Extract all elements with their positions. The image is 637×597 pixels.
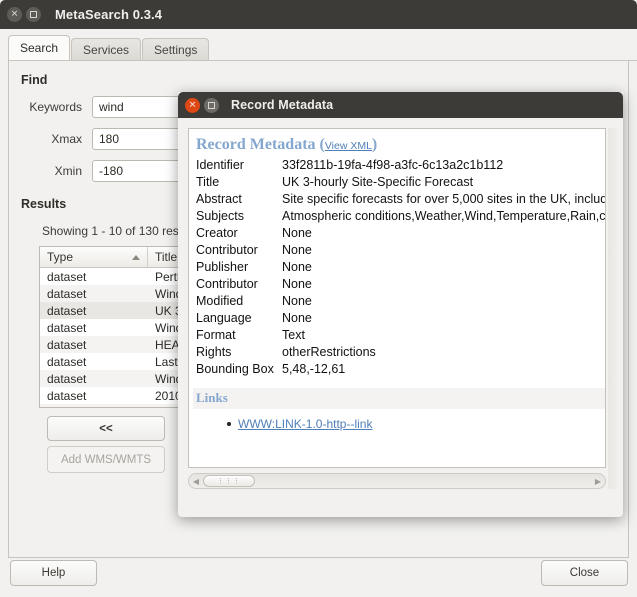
view-xml-link[interactable]: View XML — [325, 140, 372, 152]
metadata-value: None — [282, 311, 312, 325]
cell-type: dataset — [40, 353, 148, 370]
metadata-field-list: Identifier 33f2811b-19fa-4f98-a3fc-6c13a… — [193, 156, 606, 377]
horizontal-scrollbar[interactable]: ◀ ⋮⋮⋮ ▶ — [188, 473, 606, 489]
scrollbar-thumb[interactable]: ⋮⋮⋮ — [203, 475, 255, 487]
column-header-type-label: Type — [47, 250, 73, 264]
metadata-row-modified: Modified None — [193, 292, 606, 309]
add-wms-wmts-button[interactable]: Add WMS/WMTS — [47, 446, 165, 473]
metadata-key: Identifier — [193, 158, 282, 172]
record-metadata-dialog: ✕ Record Metadata Record Metadata (View … — [178, 92, 623, 517]
metadata-row-title: Title UK 3-hourly Site-Specific Forecast — [193, 173, 606, 190]
metadata-key: Rights — [193, 345, 282, 359]
metadata-value: Site specific forecasts for over 5,000 s… — [282, 192, 606, 206]
column-header-type[interactable]: Type — [40, 247, 148, 268]
metadata-key: Language — [193, 311, 282, 325]
metadata-row-format: Format Text — [193, 326, 606, 343]
metadata-key: Abstract — [193, 192, 282, 206]
cell-type: dataset — [40, 319, 148, 336]
metadata-key: Modified — [193, 294, 282, 308]
scroll-right-icon[interactable]: ▶ — [591, 477, 605, 486]
metadata-value: None — [282, 260, 312, 274]
metadata-row-subjects: Subjects Atmospheric conditions,Weather,… — [193, 207, 606, 224]
bullet-icon — [227, 422, 231, 426]
metadata-key: Bounding Box — [193, 362, 282, 376]
links-heading: Links — [193, 388, 606, 409]
metadata-heading: Record Metadata (View XML) — [193, 136, 606, 154]
close-icon[interactable]: ✕ — [7, 7, 22, 22]
tab-strip: Search Services Settings — [8, 36, 637, 61]
keywords-label: Keywords — [22, 100, 82, 114]
xmin-label: Xmin — [22, 164, 82, 178]
metadata-value: Atmospheric conditions,Weather,Wind,Temp… — [282, 209, 606, 223]
dialog-window-controls: ✕ — [178, 98, 219, 113]
previous-page-button[interactable]: << — [47, 416, 165, 441]
metadata-value: None — [282, 243, 312, 257]
dialog-body: Record Metadata (View XML) Identifier 33… — [178, 118, 623, 517]
metadata-value: UK 3-hourly Site-Specific Forecast — [282, 175, 473, 189]
list-item: WWW:LINK-1.0-http--link — [227, 417, 606, 431]
cell-type: dataset — [40, 268, 148, 285]
metadata-key: Creator — [193, 226, 282, 240]
sort-ascending-icon — [132, 255, 140, 260]
metadata-row-contributor-2: Contributor None — [193, 275, 606, 292]
metadata-row-creator: Creator None — [193, 224, 606, 241]
metadata-value: 5,48,-12,61 — [282, 362, 345, 376]
screen: ✕ MetaSearch 0.3.4 Search Services Setti… — [0, 0, 637, 597]
metadata-heading-text: Record Metadata — [196, 136, 316, 153]
cell-type: dataset — [40, 302, 148, 319]
metadata-inner: Record Metadata (View XML) Identifier 33… — [189, 129, 606, 431]
links-list: WWW:LINK-1.0-http--link — [227, 417, 606, 431]
scrollbar-grip-icon: ⋮⋮⋮ — [217, 477, 241, 485]
dialog-titlebar: ✕ Record Metadata — [178, 92, 623, 118]
dialog-title: Record Metadata — [231, 98, 333, 112]
help-button[interactable]: Help — [10, 560, 97, 586]
cell-type: dataset — [40, 370, 148, 387]
metadata-row-contributor-1: Contributor None — [193, 241, 606, 258]
cell-type: dataset — [40, 336, 148, 353]
metadata-key: Title — [193, 175, 282, 189]
close-icon[interactable]: ✕ — [185, 98, 200, 113]
cell-type: dataset — [40, 404, 148, 408]
metadata-value: None — [282, 226, 312, 240]
results-count-text: Showing 1 - 10 of 130 results — [42, 224, 197, 238]
metadata-row-bounding-box: Bounding Box 5,48,-12,61 — [193, 360, 606, 377]
cell-type: dataset — [40, 387, 148, 404]
metadata-key: Publisher — [193, 260, 282, 274]
metadata-row-language: Language None — [193, 309, 606, 326]
metadata-key: Contributor — [193, 277, 282, 291]
paren-close: ) — [372, 136, 377, 153]
column-header-title-label: Title — [155, 250, 177, 264]
main-window-controls: ✕ — [0, 7, 41, 22]
metadata-value: otherRestrictions — [282, 345, 376, 359]
metadata-value: None — [282, 277, 312, 291]
minimize-icon[interactable] — [204, 98, 219, 113]
close-button[interactable]: Close — [541, 560, 628, 586]
tab-settings[interactable]: Settings — [142, 38, 209, 61]
scrollbar-track[interactable]: ⋮⋮⋮ — [203, 475, 591, 487]
metadata-key: Subjects — [193, 209, 282, 223]
metadata-value: Text — [282, 328, 305, 342]
minimize-icon[interactable] — [26, 7, 41, 22]
metadata-row-publisher: Publisher None — [193, 258, 606, 275]
results-group-label: Results — [21, 197, 66, 211]
main-window-title: MetaSearch 0.3.4 — [55, 7, 162, 22]
main-window-titlebar: ✕ MetaSearch 0.3.4 — [0, 0, 637, 29]
metadata-value: 33f2811b-19fa-4f98-a3fc-6c13a2c1b112 — [282, 158, 503, 172]
find-group-label: Find — [21, 73, 47, 87]
metadata-key: Contributor — [193, 243, 282, 257]
tab-services[interactable]: Services — [71, 38, 141, 61]
resource-link[interactable]: WWW:LINK-1.0-http--link — [238, 417, 372, 431]
vertical-scrollbar[interactable] — [608, 128, 618, 489]
metadata-content-area: Record Metadata (View XML) Identifier 33… — [188, 128, 606, 468]
scroll-left-icon[interactable]: ◀ — [189, 477, 203, 486]
metadata-row-abstract: Abstract Site specific forecasts for ove… — [193, 190, 606, 207]
metadata-row-identifier: Identifier 33f2811b-19fa-4f98-a3fc-6c13a… — [193, 156, 606, 173]
metadata-row-rights: Rights otherRestrictions — [193, 343, 606, 360]
tab-search[interactable]: Search — [8, 35, 70, 61]
cell-type: dataset — [40, 285, 148, 302]
metadata-key: Format — [193, 328, 282, 342]
metadata-value: None — [282, 294, 312, 308]
xmax-label: Xmax — [22, 132, 82, 146]
